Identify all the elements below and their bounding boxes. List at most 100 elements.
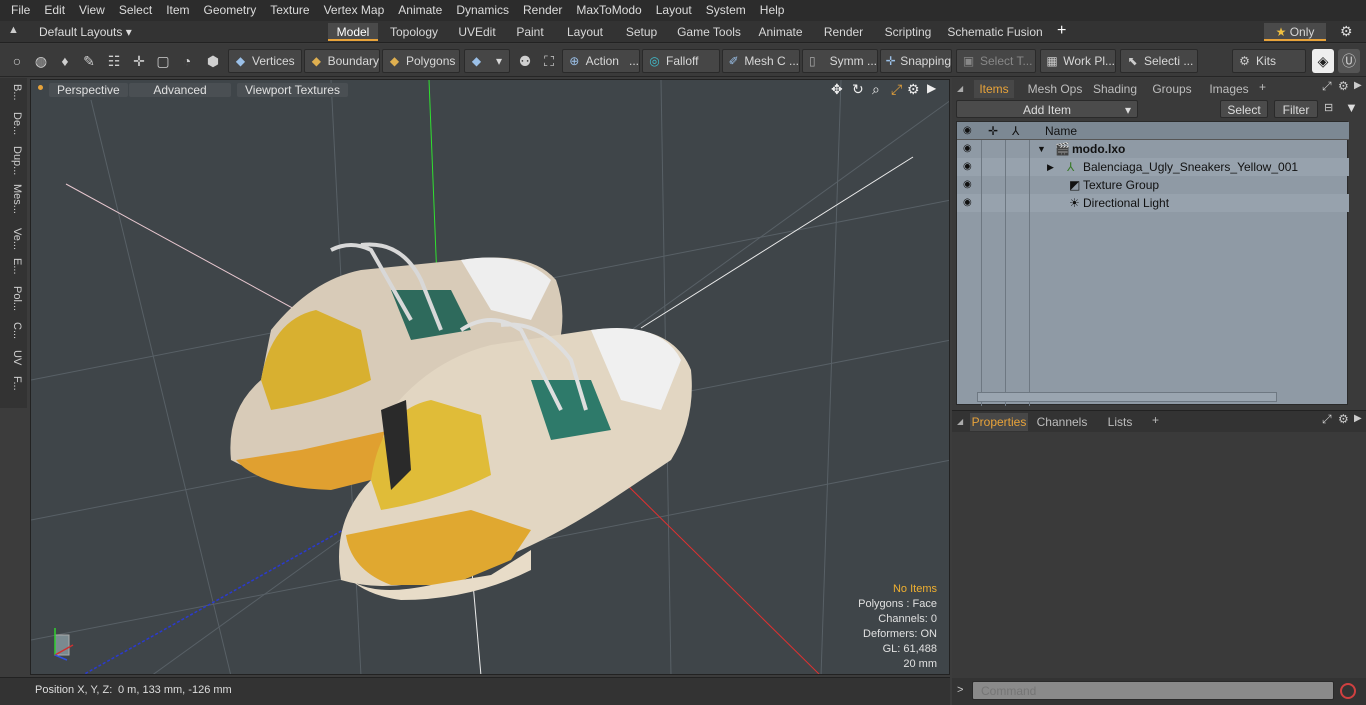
tab-render[interactable]: Render [816, 23, 871, 41]
left-tab-edge[interactable]: E... [3, 258, 23, 275]
filter-button[interactable]: Filter [1274, 100, 1318, 118]
menu-view[interactable]: View [72, 0, 112, 21]
globe-icon[interactable]: ◍ [30, 49, 52, 73]
only-toggle[interactable]: ★ Only [1264, 23, 1326, 41]
tab-mesh-ops[interactable]: Mesh Ops [1024, 80, 1086, 98]
command-input[interactable] [972, 681, 1334, 700]
symmetry-button[interactable]: ▯ Symm ... [802, 49, 878, 73]
snapping-button[interactable]: ✛ Snapping [880, 49, 952, 73]
viewport-dot-icon[interactable] [38, 85, 43, 90]
move-view-icon[interactable]: ✥ [831, 81, 843, 98]
vertices-button[interactable]: ◆ Vertices [228, 49, 302, 73]
vertical-scrollbar[interactable] [1350, 121, 1360, 405]
perspective-button[interactable]: Perspective [49, 83, 128, 97]
expand-arrow-icon[interactable]: ▶ [1047, 158, 1054, 176]
tab-paint[interactable]: Paint [510, 23, 550, 41]
mesh-constraint-button[interactable]: ✐ Mesh C ... [722, 49, 800, 73]
default-layouts-dropdown[interactable]: Default Layouts ▾ [39, 25, 132, 39]
rotate-view-icon[interactable]: ↻ [852, 81, 864, 98]
square-icon[interactable]: ▢ [152, 49, 174, 73]
pen-icon[interactable]: ♦ [54, 49, 76, 73]
ellipse-icon[interactable]: ◔ [176, 49, 198, 73]
tab-images[interactable]: Images [1204, 80, 1254, 98]
tab-layout[interactable]: Layout [560, 23, 610, 41]
menu-edit[interactable]: Edit [37, 0, 72, 21]
panel-collapse-icon[interactable]: ◢ [957, 417, 963, 426]
panel-arrow-icon[interactable]: ▶ [1354, 413, 1362, 424]
menu-item[interactable]: Item [159, 0, 196, 21]
panel-arrow-icon[interactable]: ▶ [1354, 80, 1362, 91]
eye-icon[interactable]: ◉ [963, 143, 974, 154]
record-icon[interactable] [1340, 683, 1356, 699]
zoom-icon[interactable]: ⌕ [872, 81, 880, 98]
dots-icon[interactable]: ⛶ [538, 49, 560, 73]
tab-schematic-fusion[interactable]: Schematic Fusion [947, 23, 1043, 41]
list-item-sneakers[interactable]: ◉ ▶ ⅄ Balenciaga_Ugly_Sneakers_Yellow_00… [957, 158, 1349, 176]
menu-maxtomodo[interactable]: MaxToModo [569, 0, 648, 21]
tab-game-tools[interactable]: Game Tools [673, 23, 745, 41]
unreal-icon[interactable]: Ⓤ [1338, 49, 1360, 73]
crosshair-icon[interactable]: ✛ [128, 49, 150, 73]
left-tab-curve[interactable]: C... [3, 322, 23, 339]
tab-setup[interactable]: Setup [619, 23, 664, 41]
expand-icon[interactable]: ⤢ [1322, 412, 1332, 427]
left-tab-polygon[interactable]: Pol... [3, 286, 23, 311]
menu-animate[interactable]: Animate [391, 0, 449, 21]
add-panel-tab-icon[interactable]: + [1152, 413, 1159, 427]
action-button[interactable]: ⊕ Action... [562, 49, 640, 73]
panel-collapse-icon[interactable]: ◢ [957, 84, 963, 93]
add-tab-button[interactable]: + [1057, 22, 1066, 40]
left-tab-uv[interactable]: UV [3, 350, 23, 365]
menu-help[interactable]: Help [753, 0, 792, 21]
tab-uvedit[interactable]: UVEdit [452, 23, 502, 41]
select-button[interactable]: Select [1220, 100, 1268, 118]
snap-icon[interactable]: ⚉ [514, 49, 536, 73]
add-panel-tab-icon[interactable]: + [1259, 80, 1266, 94]
brush-icon[interactable]: ✎ [78, 49, 100, 73]
viewport-textures-button[interactable]: Viewport Textures [237, 83, 348, 97]
boundary-button[interactable]: ◆ Boundary [304, 49, 380, 73]
tab-scripting[interactable]: Scripting [879, 23, 937, 41]
viewport-menu-arrow-icon[interactable]: ▶ [927, 81, 936, 95]
menu-layout[interactable]: Layout [649, 0, 699, 21]
circle-select-icon[interactable]: ○ [6, 49, 28, 73]
tab-channels[interactable]: Channels [1036, 413, 1088, 431]
tab-lists[interactable]: Lists [1098, 413, 1142, 431]
menu-vertex-map[interactable]: Vertex Map [317, 0, 392, 21]
menu-texture[interactable]: Texture [263, 0, 316, 21]
name-column-header[interactable]: Name [1045, 122, 1077, 140]
menu-geometry[interactable]: Geometry [197, 0, 264, 21]
tab-items[interactable]: Items [974, 80, 1014, 98]
gear-icon[interactable]: ⚙ [1340, 23, 1353, 40]
align-icon[interactable]: ☷ [103, 49, 125, 73]
menu-file[interactable]: File [4, 0, 37, 21]
item-list[interactable]: ◉ ✛ ⅄ Name ◉ ▼ 🎬 modo.lxo ◉ ▶ ⅄ Balencia… [956, 121, 1349, 406]
list-item-modo-lxo[interactable]: ◉ ▼ 🎬 modo.lxo [957, 140, 1349, 158]
shield-icon[interactable]: ⬢ [202, 49, 224, 73]
advanced-button[interactable]: Advanced [129, 83, 231, 97]
expand-icon[interactable]: ⤢ [1322, 79, 1332, 94]
left-tab-mesh-edit[interactable]: Mes... [3, 184, 23, 214]
tab-groups[interactable]: Groups [1148, 80, 1196, 98]
collapse-all-icon[interactable]: ⊟ [1324, 101, 1333, 114]
work-plane-button[interactable]: ▦ Work Pl... [1040, 49, 1116, 73]
panel-gear-icon[interactable]: ⚙ [1338, 79, 1349, 93]
tab-animate[interactable]: Animate [753, 23, 808, 41]
layout-collapse-icon[interactable]: ▲ [8, 24, 19, 36]
left-tab-duplicate[interactable]: Dup... [3, 146, 23, 175]
left-tab-basic[interactable]: B... [3, 84, 23, 101]
list-item-texture-group[interactable]: ◉ ◩ Texture Group [957, 176, 1349, 194]
menu-dynamics[interactable]: Dynamics [449, 0, 516, 21]
tab-model[interactable]: Model [328, 23, 378, 41]
list-item-directional-light[interactable]: ◉ ☀ Directional Light [957, 194, 1349, 212]
tab-topology[interactable]: Topology [384, 23, 444, 41]
fit-view-icon[interactable]: ⤢ [891, 81, 902, 98]
polygons-button[interactable]: ◆ Polygons [382, 49, 460, 73]
filter-funnel-icon[interactable]: ▼ [1345, 100, 1358, 115]
eye-icon[interactable]: ◉ [963, 179, 974, 190]
tab-properties[interactable]: Properties [970, 413, 1028, 431]
unity-icon[interactable]: ◈ [1312, 49, 1334, 73]
menu-render[interactable]: Render [516, 0, 569, 21]
viewport-gear-icon[interactable]: ⚙ [907, 81, 920, 98]
left-tab-deform[interactable]: De... [3, 112, 23, 135]
